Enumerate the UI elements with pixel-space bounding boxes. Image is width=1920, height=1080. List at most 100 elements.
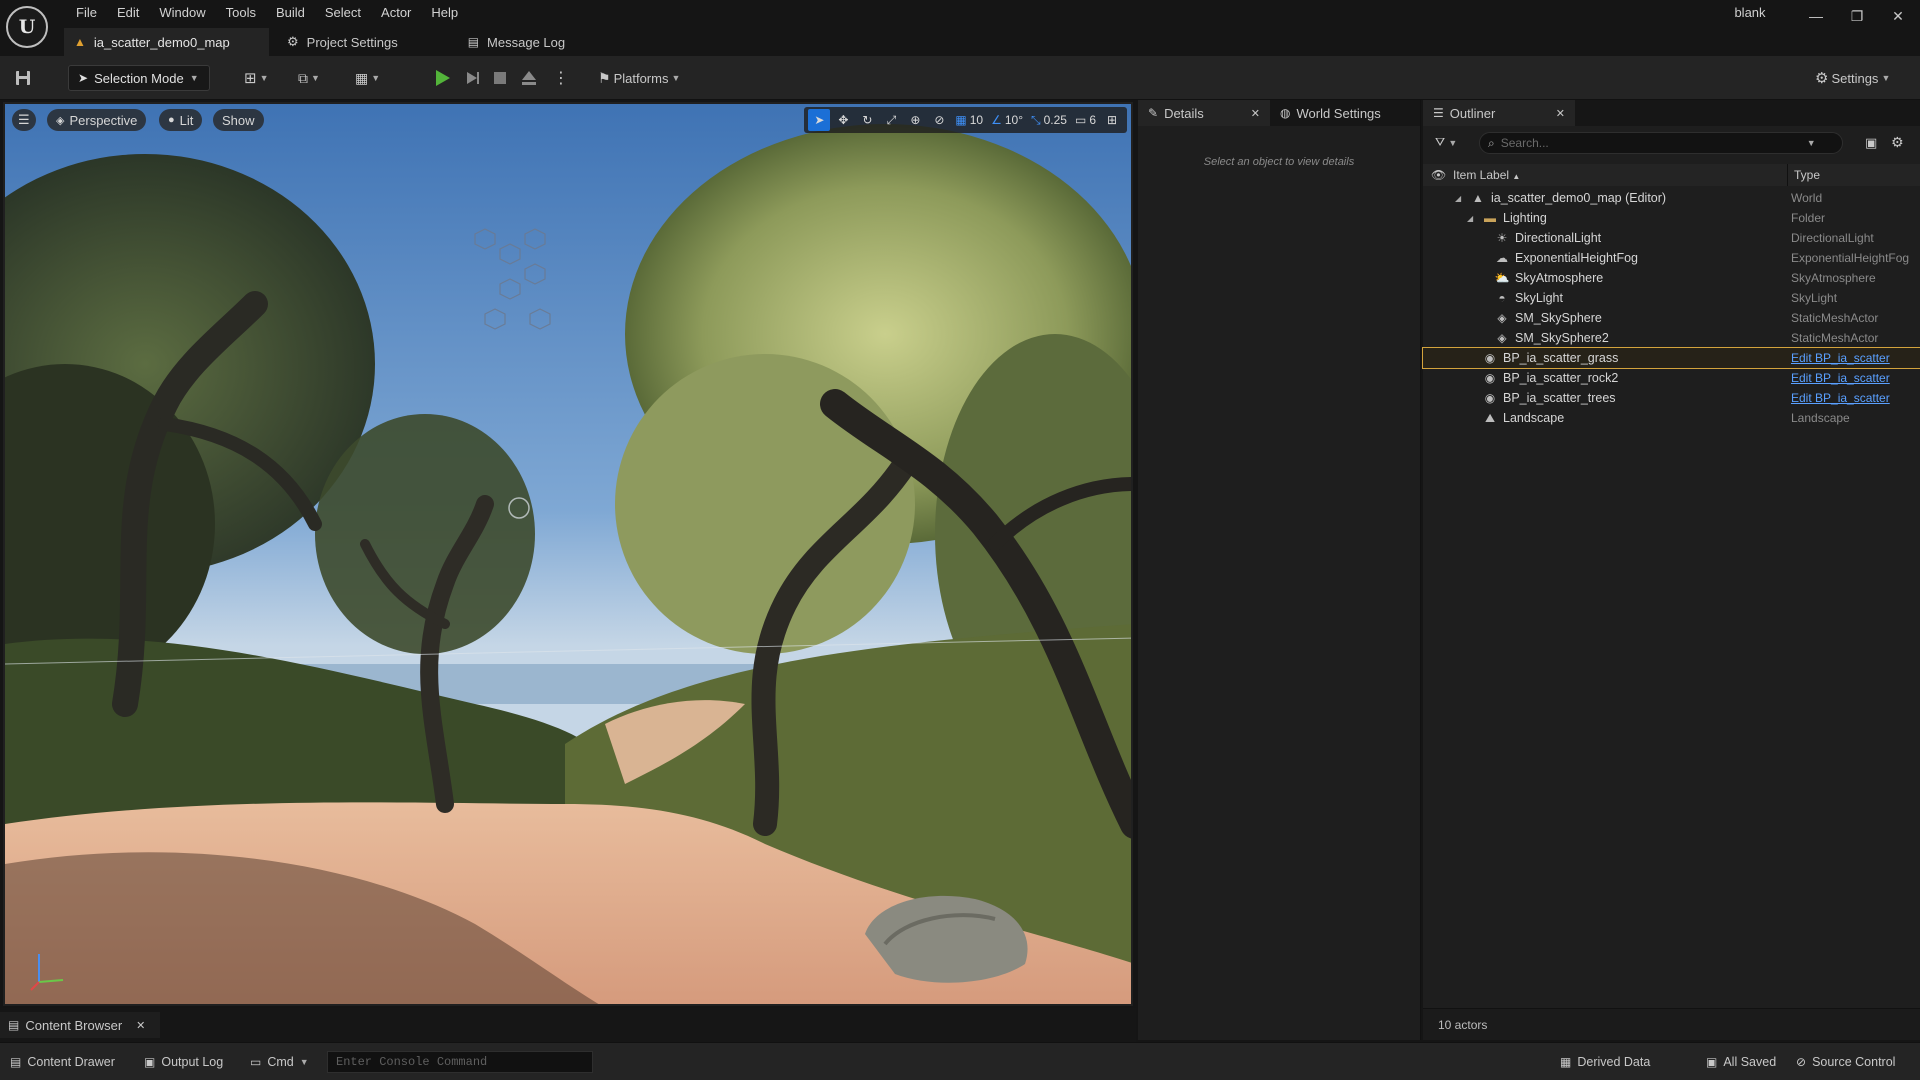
view-mode-dropdown[interactable]: ● Lit [159, 109, 203, 131]
level-viewport[interactable]: ☰ ◈ Perspective ● Lit Show ➤ ✥ ↻ ⤢ ⊕ ⊘ ▦… [3, 102, 1133, 1006]
level-icon: ▲ [74, 35, 86, 49]
close-icon[interactable]: ✕ [136, 1019, 145, 1032]
scale-tool-icon[interactable]: ⤢ [880, 109, 902, 131]
menu-window[interactable]: Window [149, 3, 215, 23]
globe-icon: ◍ [1280, 106, 1291, 120]
derived-data-button[interactable]: ▦ Derived Data [1560, 1052, 1650, 1072]
rotate-tool-icon[interactable]: ↻ [856, 109, 878, 131]
menu-file[interactable]: File [66, 3, 107, 23]
tree-row-sky-atmosphere[interactable]: ⛅ SkyAtmosphere SkyAtmosphere [1423, 268, 1920, 288]
content-browser-label: Content Browser [25, 1017, 123, 1033]
main-toolbar: ➤ Selection Mode ▼ ⊞ ▼ ⧉ ▼ ▦ ▼ ⋮ ⚑ Platform… [0, 56, 1920, 100]
pencil-icon: ✎ [1148, 106, 1159, 120]
row-label: SkyLight [1515, 291, 1563, 305]
selection-mode-dropdown[interactable]: ➤ Selection Mode ▼ [68, 65, 210, 91]
filter-icon[interactable]: ⛛ ▼ [1435, 135, 1457, 150]
menu-build[interactable]: Build [266, 3, 315, 23]
save-icon[interactable] [14, 66, 32, 90]
search-input[interactable] [1500, 136, 1801, 150]
all-saved-button[interactable]: ▣ All Saved [1706, 1052, 1776, 1072]
tree-row-sky-light[interactable]: ◓ SkyLight SkyLight [1423, 288, 1920, 308]
menu-tools[interactable]: Tools [216, 3, 266, 23]
tab-project-settings[interactable]: ⚙ Project Settings [277, 28, 412, 56]
unreal-logo-icon[interactable]: U [6, 6, 48, 48]
tree-row-landscape[interactable]: ⛰ Landscape Landscape [1423, 408, 1920, 428]
tab-details[interactable]: ✎ Details ✕ [1138, 100, 1270, 126]
tree-row-height-fog[interactable]: ☁ ExponentialHeightFog ExponentialHeightF… [1423, 248, 1920, 268]
settings-dropdown[interactable]: ⚙ Settings ▼ [1815, 66, 1890, 90]
menu-help[interactable]: Help [421, 3, 468, 23]
world-space-icon[interactable]: ⊕ [904, 109, 926, 131]
console-command-input[interactable] [327, 1051, 593, 1073]
tab-world-settings[interactable]: ◍ World Settings [1270, 100, 1391, 126]
outliner-search-box[interactable]: ⌕ ▼ [1479, 132, 1843, 154]
play-icon[interactable] [432, 66, 452, 90]
blueprint-icon[interactable]: ⧉ ▼ [298, 66, 320, 90]
show-label: Show [222, 112, 255, 128]
tree-row-scatter-grass[interactable]: ◉ BP_ia_scatter_grass Edit BP_ia_scatter [1422, 347, 1920, 369]
eye-icon[interactable]: 👁 [1431, 168, 1446, 182]
cinematics-icon[interactable]: ▦ ▼ [355, 66, 380, 90]
tree-row-lighting-folder[interactable]: ◢ ▬ Lighting Folder [1423, 208, 1920, 228]
tab-message-log[interactable]: ▤ Message Log [458, 28, 579, 56]
menu-actor[interactable]: Actor [371, 3, 421, 23]
output-log-label: Output Log [161, 1055, 224, 1069]
tree-row-world[interactable]: ◢ ▲ ia_scatter_demo0_map (Editor) World [1423, 188, 1920, 208]
surface-snap-icon[interactable]: ⊘ [928, 109, 950, 131]
tab-content-browser[interactable]: ▤ Content Browser ✕ [0, 1012, 160, 1038]
platforms-dropdown[interactable]: ⚑ Platforms ▼ [598, 66, 680, 90]
step-icon[interactable] [464, 66, 482, 90]
static-mesh-icon: ◈ [1497, 311, 1507, 325]
column-type[interactable]: Type [1794, 168, 1820, 182]
grid-snap-toggle[interactable]: ▦ 10 [952, 109, 986, 131]
lit-label: Lit [179, 112, 194, 128]
content-drawer-button[interactable]: ▤ Content Drawer [10, 1052, 115, 1072]
outliner-title: Outliner [1449, 105, 1496, 121]
tab-label: Message Log [487, 34, 566, 50]
row-label: Lighting [1503, 211, 1547, 225]
scale-snap-toggle[interactable]: ⤡ 0.25 [1028, 109, 1070, 131]
close-window-button[interactable]: ✕ [1878, 3, 1918, 29]
show-dropdown[interactable]: Show [213, 109, 264, 131]
minimize-button[interactable]: — [1796, 3, 1836, 29]
close-icon[interactable]: ✕ [1556, 107, 1565, 120]
add-actor-icon[interactable]: ⊞ ▼ [244, 66, 269, 90]
row-type: ExponentialHeightFog [1791, 251, 1910, 265]
perspective-dropdown[interactable]: ◈ Perspective [47, 109, 147, 131]
output-log-button[interactable]: ▣ Output Log [144, 1052, 223, 1072]
camera-speed-button[interactable]: ▭ 6 [1072, 109, 1099, 131]
viewport-menu-icon[interactable]: ☰ [12, 109, 36, 131]
tree-row-scatter-rock2[interactable]: ◉ BP_ia_scatter_rock2 Edit BP_ia_scatter [1423, 368, 1920, 388]
chevron-down-icon[interactable]: ▼ [1807, 138, 1816, 148]
stop-icon[interactable] [492, 66, 508, 90]
edit-blueprint-link[interactable]: Edit BP_ia_scatter [1791, 391, 1890, 405]
rotation-snap-toggle[interactable]: ∠ 10° [988, 109, 1026, 131]
blueprint-actor-icon: ◉ [1484, 391, 1496, 405]
cmd-dropdown[interactable]: ▭ Cmd ▼ [250, 1052, 309, 1072]
select-tool-icon[interactable]: ➤ [808, 109, 831, 131]
translate-tool-icon[interactable]: ✥ [832, 109, 854, 131]
close-icon[interactable]: ✕ [1251, 107, 1260, 120]
tab-outliner[interactable]: ☰ Outliner ✕ [1423, 100, 1575, 126]
angle-icon: ∠ [991, 113, 1002, 127]
gear-icon[interactable]: ⚙ [1891, 134, 1904, 151]
eject-icon[interactable] [520, 66, 538, 90]
tree-row-scatter-trees[interactable]: ◉ BP_ia_scatter_trees Edit BP_ia_scatter [1423, 388, 1920, 408]
outliner-tab-bar: ☰ Outliner ✕ [1423, 100, 1920, 126]
chevron-down-icon: ▼ [299, 1057, 309, 1067]
tree-row-sky-sphere-2[interactable]: ◈ SM_SkySphere2 StaticMeshActor [1423, 328, 1920, 348]
tree-row-directional-light[interactable]: ☀ DirectionalLight DirectionalLight [1423, 228, 1920, 248]
cube-icon: ◈ [56, 114, 65, 127]
tree-row-sky-sphere[interactable]: ◈ SM_SkySphere StaticMeshActor [1423, 308, 1920, 328]
edit-blueprint-link[interactable]: Edit BP_ia_scatter [1791, 351, 1890, 365]
maximize-viewport-icon[interactable]: ⊞ [1101, 109, 1123, 131]
column-item-label[interactable]: Item Label ▲ [1453, 168, 1520, 182]
source-control-button[interactable]: ⊘ Source Control [1796, 1052, 1895, 1072]
add-folder-icon[interactable]: ▣ [1865, 135, 1877, 151]
restore-button[interactable]: ❐ [1837, 3, 1877, 29]
tab-level-map[interactable]: ▲ ia_scatter_demo0_map [64, 28, 269, 56]
menu-edit[interactable]: Edit [107, 3, 149, 23]
menu-select[interactable]: Select [315, 3, 371, 23]
more-options-icon[interactable]: ⋮ [553, 66, 569, 90]
edit-blueprint-link[interactable]: Edit BP_ia_scatter [1791, 371, 1890, 385]
